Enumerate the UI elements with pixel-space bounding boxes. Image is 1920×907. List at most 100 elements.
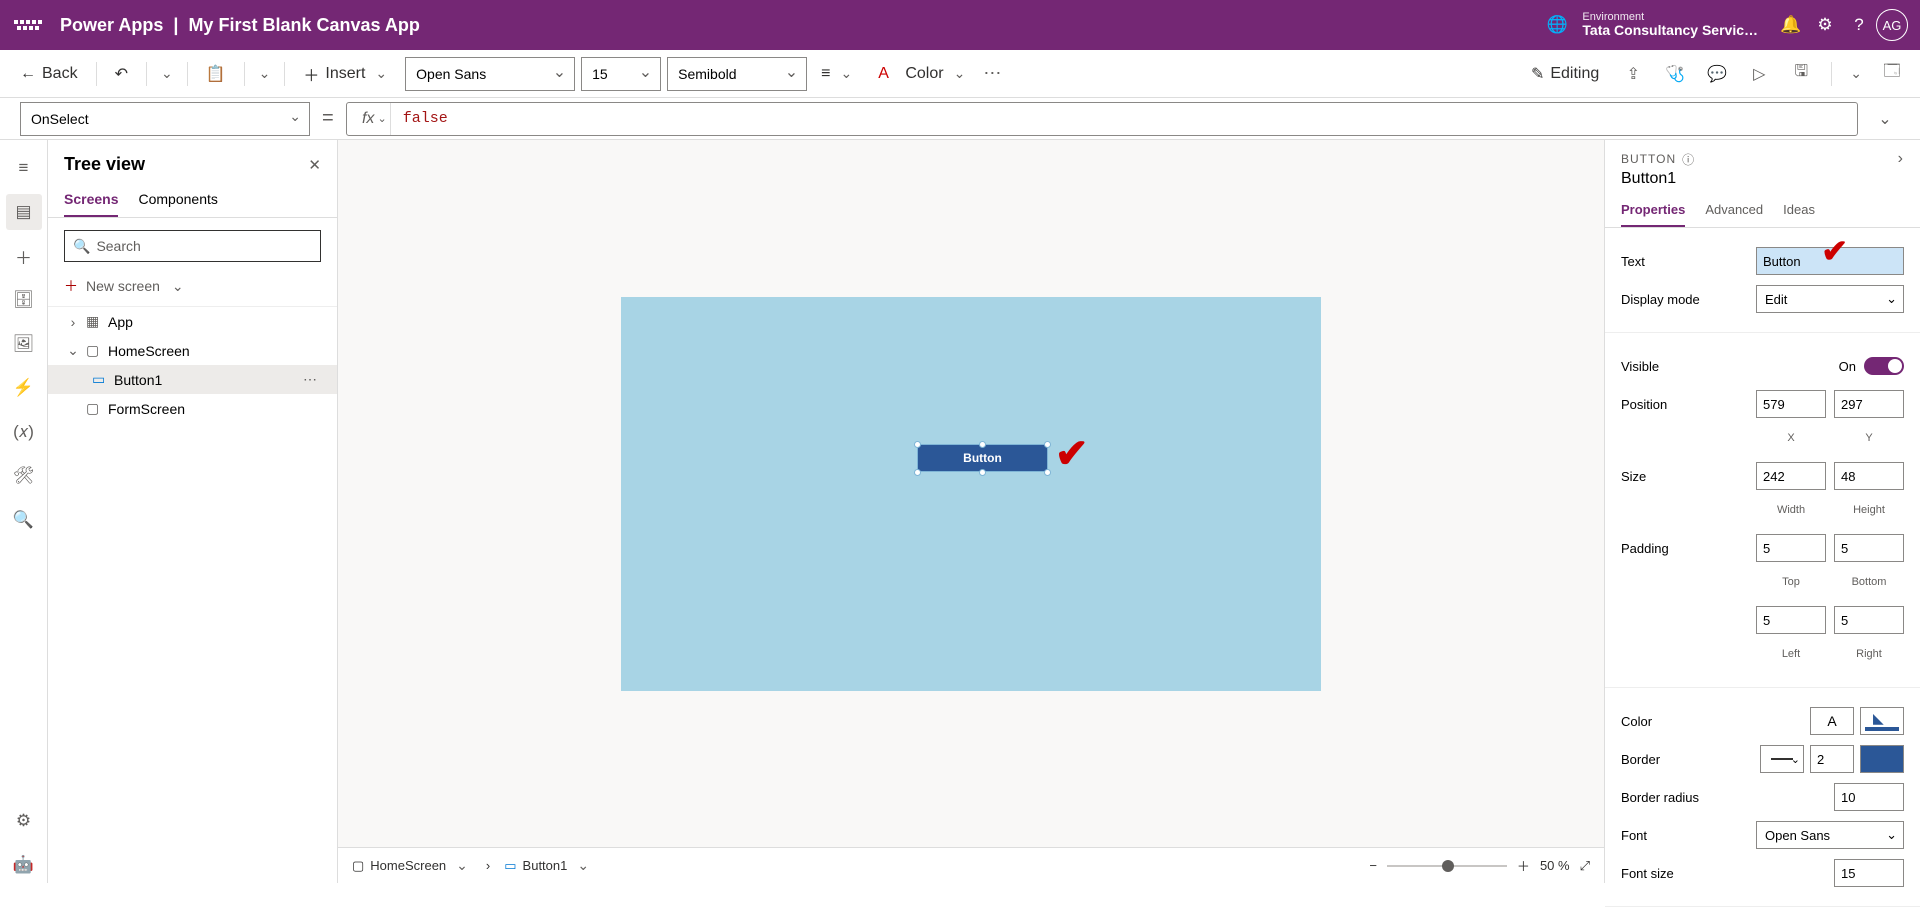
prop-font-label: Font [1621,828,1756,843]
canvas-area: Button ✔ ▢HomeScreen⌄ › ▭Button1⌄ − ＋ 50… [338,140,1604,883]
env-label: Environment [1582,11,1758,23]
tab-advanced[interactable]: Advanced [1705,194,1763,227]
treeview-close-icon[interactable]: ✕ [308,156,321,174]
prop-visible-label: Visible [1621,359,1839,374]
tab-components[interactable]: Components [138,183,217,217]
share-icon[interactable]: ⇪ [1617,58,1649,90]
rail-settings-icon[interactable]: ⚙ [6,803,42,839]
crumb-screen[interactable]: ▢HomeScreen⌄ [352,857,472,874]
app-title: Power Apps | My First Blank Canvas App [60,15,420,36]
save-options-chevron[interactable]: ⌄ [1846,65,1866,82]
fit-to-window-icon[interactable]: ⤢ [1580,858,1590,874]
undo-button[interactable]: ↶ [107,58,136,90]
tab-screens[interactable]: Screens [64,183,118,217]
prop-borderstyle-select[interactable] [1760,745,1804,773]
prop-width-input[interactable] [1756,462,1826,490]
prop-borderwidth-input[interactable] [1810,745,1854,773]
prop-y-input[interactable] [1834,390,1904,418]
env-value: Tata Consultancy Servic… [1582,23,1758,38]
preview-icon[interactable]: ▷ [1743,58,1775,90]
prop-x-input[interactable] [1756,390,1826,418]
prop-padleft-input[interactable] [1756,606,1826,634]
treeview-search-input[interactable]: 🔍Search [64,230,321,262]
prop-font-select[interactable]: Open Sans [1756,821,1904,849]
prop-padding-label: Padding [1621,541,1756,556]
prop-displaymode-select[interactable]: Edit [1756,285,1904,313]
property-dropdown[interactable]: OnSelect [20,102,310,136]
prop-visible-state: On [1839,359,1856,374]
paste-options-chevron[interactable]: ⌄ [255,65,275,82]
prop-padtop-input[interactable] [1756,534,1826,562]
comments-icon[interactable]: 💬 [1701,58,1733,90]
insert-button[interactable]: ＋ Insert ⌄ [295,58,399,90]
align-button[interactable]: ≡ ⌄ [813,58,864,90]
main: ≡ ▤ ＋ 🗄 🖼 ⚡ (𝑥) 🛠 🔍 ⚙ 🤖 Tree view ✕ Scre… [0,140,1920,883]
formula-input-container: fx false [346,102,1858,136]
titlebar: Power Apps | My First Blank Canvas App 🌐… [0,0,1920,50]
fontsize-select[interactable]: 15 [581,57,661,91]
help-icon[interactable]: ? [1842,8,1876,42]
panel-expand-icon[interactable]: › [1898,150,1904,168]
prop-height-input[interactable] [1834,462,1904,490]
fontcolor-button[interactable]: A Color ⌄ [870,58,977,90]
canvas-screen[interactable]: Button ✔ [621,297,1321,691]
rail-treeview-icon[interactable]: ▤ [6,194,42,230]
settings-icon[interactable]: ⚙ [1808,8,1842,42]
zoom-out-button[interactable]: − [1369,858,1377,873]
new-screen-button[interactable]: ＋New screen⌄ [48,270,337,307]
control-type-label: BUTTONⓘ› [1605,140,1920,170]
checker-icon[interactable]: 🩺 [1659,58,1691,90]
fx-label[interactable]: fx [347,103,391,135]
prop-borderradius-input[interactable] [1834,783,1904,811]
treeitem-homescreen[interactable]: ⌄▢HomeScreen [48,336,337,365]
rail-media-icon[interactable]: 🖼 [6,326,42,362]
font-select[interactable]: Open Sans [405,57,575,91]
overflow-button[interactable]: ⋯ [983,63,1003,84]
crumb-control[interactable]: ▭Button1⌄ [504,857,593,874]
tab-properties[interactable]: Properties [1621,194,1685,227]
tab-ideas[interactable]: Ideas [1783,194,1815,227]
formula-expand-chevron[interactable]: ⌄ [1870,109,1900,129]
treeitem-formscreen[interactable]: ▢FormScreen [48,394,337,423]
rail-tools-icon[interactable]: 🛠 [6,458,42,494]
canvas-button-control[interactable]: Button [917,444,1048,472]
publish-icon[interactable]: 🗔 [1876,58,1908,90]
zoom-slider[interactable] [1387,865,1507,867]
treeitem-more-icon[interactable]: ⋯ [303,371,319,388]
rail-variables-icon[interactable]: (𝑥) [6,414,42,450]
prop-color-label: Color [1621,714,1810,729]
command-bar: ← Back ↶ ⌄ 📋 ⌄ ＋ Insert ⌄ Open Sans 15 S… [0,50,1920,98]
properties-panel: BUTTONⓘ› Button1 Properties Advanced Ide… [1604,140,1920,883]
prop-textcolor-button[interactable]: A [1810,707,1854,735]
prop-displaymode-label: Display mode [1621,292,1756,307]
rail-ask-icon[interactable]: 🤖 [6,847,42,883]
rail-search-icon[interactable]: 🔍 [6,502,42,538]
formula-input[interactable]: false [391,110,1857,127]
rail-data-icon[interactable]: 🗄 [6,282,42,318]
prop-padbottom-input[interactable] [1834,534,1904,562]
info-icon[interactable]: ⓘ [1682,151,1695,168]
treeitem-app[interactable]: ›▦App [48,307,337,336]
app-launcher-icon[interactable] [12,20,44,30]
prop-fillcolor-button[interactable] [1860,707,1904,735]
prop-border-label: Border [1621,752,1760,767]
notifications-icon[interactable]: 🔔 [1774,8,1808,42]
environment-picker[interactable]: 🌐 Environment Tata Consultancy Servic… [1540,8,1758,42]
fontweight-select[interactable]: Semibold [667,57,807,91]
zoom-in-button[interactable]: ＋ [1517,856,1530,875]
prop-visible-toggle[interactable] [1864,357,1904,375]
user-avatar[interactable]: AG [1876,9,1908,41]
prop-bordercolor-button[interactable] [1860,745,1904,773]
editing-mode-button[interactable]: ✎ Editing [1523,58,1607,90]
treeitem-button1[interactable]: ▭Button1⋯ [48,365,337,394]
save-icon[interactable]: 🖫 [1785,58,1817,90]
rail-powerautomate-icon[interactable]: ⚡ [6,370,42,406]
paste-button[interactable]: 📋 [198,58,234,90]
prop-size-label: Size [1621,469,1756,484]
back-button[interactable]: ← Back [12,58,86,90]
canvas-statusbar: ▢HomeScreen⌄ › ▭Button1⌄ − ＋ 50 % ⤢ [338,847,1604,883]
rail-hamburger-icon[interactable]: ≡ [6,150,42,186]
prop-padright-input[interactable] [1834,606,1904,634]
rail-insert-icon[interactable]: ＋ [6,238,42,274]
undo-history-chevron[interactable]: ⌄ [157,65,177,82]
